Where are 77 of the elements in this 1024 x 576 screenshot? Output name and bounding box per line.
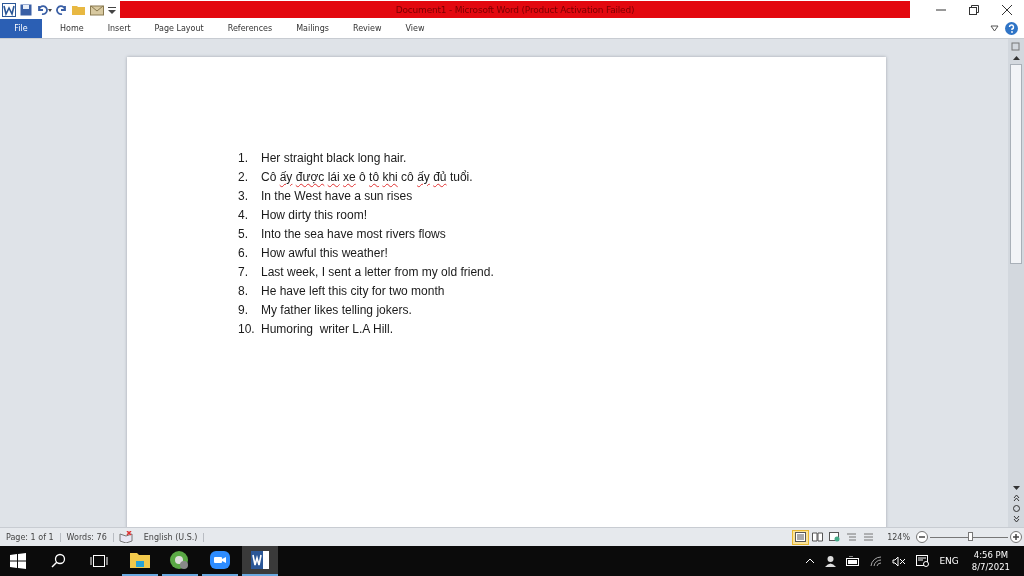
word-icon [249,550,271,570]
page-count[interactable]: Page: 1 of 1 [0,532,61,542]
list-item-text: He have left this city for two month [261,284,445,299]
list-item-text: Humoring writer L.A Hill. [261,322,394,337]
close-icon[interactable] [1002,4,1013,15]
scrollbar-thumb[interactable] [1010,64,1022,264]
list-item-text: How awful this weather! [261,246,388,260]
scroll-up-icon[interactable] [1012,56,1020,60]
list-number: 6. [238,246,249,260]
clock-date[interactable]: 8/7/2021 [971,561,1010,573]
next-page-icon[interactable] [1012,516,1020,523]
task-view-icon[interactable] [90,554,108,568]
ribbon-tab[interactable]: Review [342,19,392,38]
list-item-text: Last week, I sent a letter from my old friend. [261,265,494,280]
ribbon-tab[interactable]: Mailings [286,19,339,38]
zoom-level[interactable]: 124% [887,532,910,542]
browse-object-icon[interactable] [1012,505,1020,512]
ribbon-tab[interactable]: File [0,19,42,38]
list-item-text: Her straight black long hair. [261,150,407,165]
redo-icon[interactable] [56,3,68,16]
undo-icon[interactable] [36,3,52,16]
person-icon[interactable] [825,555,837,567]
list-number: 3. [238,188,249,203]
collapse-ribbon-icon[interactable] [990,25,999,32]
list-number: 7. [238,265,249,280]
scroll-down-icon[interactable] [1012,486,1020,490]
list-number: 10. [238,322,256,337]
list-number: 9. [238,303,249,318]
muted-speaker-icon[interactable] [892,555,907,567]
language-status[interactable]: English (U.S.) [137,532,205,542]
list-item-text: How dirty this room! [261,207,368,222]
list-number: 8. [238,284,249,299]
save-icon[interactable] [20,3,32,16]
list-item-text: In the West have a sun rises [261,188,413,203]
envelope-icon[interactable] [90,3,104,16]
lines-icon [863,532,875,542]
zoom-slider-thumb[interactable] [967,531,973,541]
zoom-out-icon[interactable] [916,531,928,543]
list-item-text: Into the sea have most rivers flows [261,226,446,241]
battery-icon[interactable] [846,556,861,566]
list-number: 2. [238,169,249,184]
start-icon[interactable] [10,553,26,569]
list-item-text: Cô ấy được lái xe ô tô khi cô ấy đủ tuổi. [261,169,473,184]
open-book-icon [812,532,824,542]
word-app-button[interactable] [242,546,278,576]
list-number: 1. [238,150,249,165]
print-view-button[interactable] [792,529,810,545]
zoom-slider[interactable] [930,531,1008,543]
search-icon[interactable] [50,553,66,569]
word-logo-icon[interactable] [2,2,16,17]
vertical-scrollbar[interactable] [1008,39,1024,527]
ribbon-tab[interactable]: Page Layout [144,19,214,38]
globe-page-icon [829,532,841,542]
customize-menu-icon[interactable] [108,4,116,15]
lines-icon [846,532,858,542]
camera-icon [209,550,231,570]
input-language[interactable]: ENG [939,556,959,566]
help-icon[interactable] [1005,22,1018,35]
wifi-icon[interactable] [870,555,883,567]
list-item-text: My father likes telling jokers. [261,303,412,318]
ribbon-tab[interactable]: Home [50,19,94,38]
clock-time[interactable]: 4:56 PM [973,549,1009,561]
restore-icon[interactable] [969,4,979,15]
ribbon-tab[interactable]: View [395,19,435,38]
word-count[interactable]: Words: 76 [60,532,114,542]
ribbon-tab[interactable]: References [217,19,283,38]
chevron-up-icon[interactable] [805,558,816,564]
folder-icon [129,550,151,570]
ribbon-tab[interactable]: Insert [97,19,141,38]
zoom-in-icon[interactable] [1010,531,1022,543]
list-number: 5. [238,226,249,241]
previous-page-icon[interactable] [1012,494,1020,501]
window-title: Document1 - Microsoft Word (Product Activation Failed) [395,4,635,15]
list-number: 4. [238,207,249,222]
proofing-book-icon[interactable] [118,531,133,543]
notes-icon[interactable] [916,555,930,567]
page-icon [795,532,807,542]
